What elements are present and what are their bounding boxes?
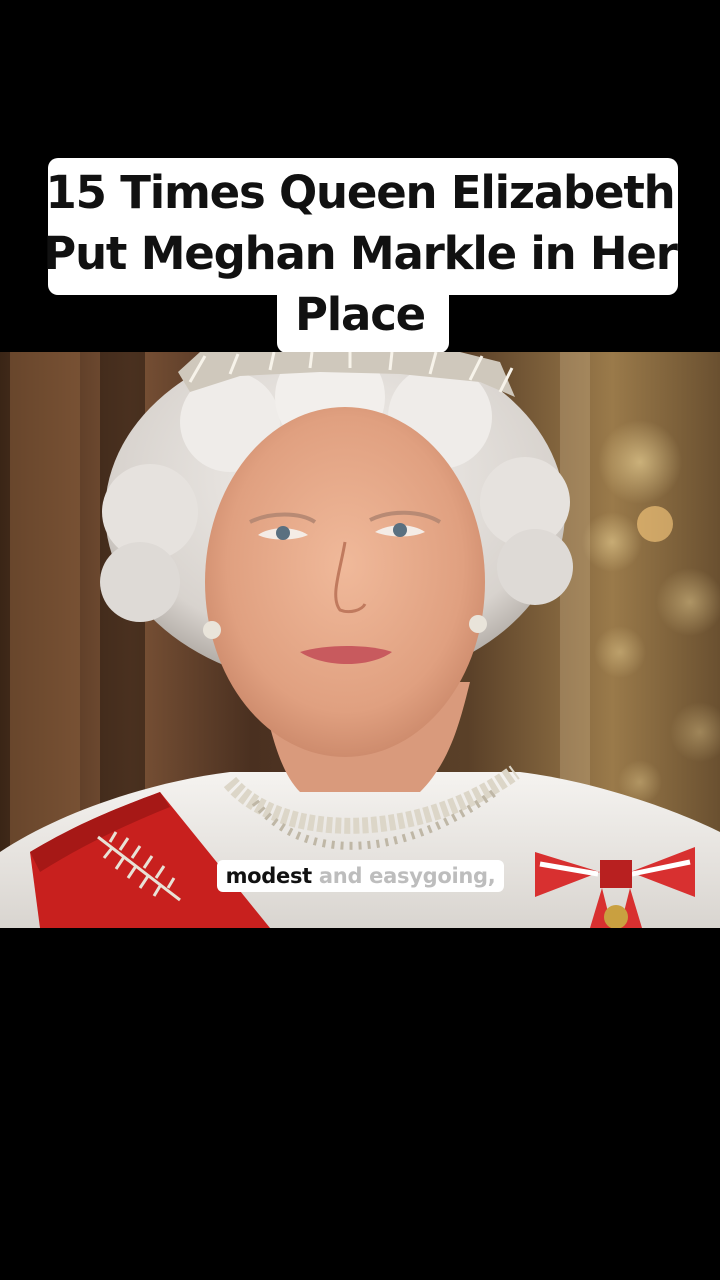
video-player-screen[interactable]: 15 Times Queen Elizabeth Put Meghan Mark… [0, 0, 720, 1280]
subtitle-upcoming-words: and easygoing, [311, 864, 496, 888]
subtitle-caption: modest and easygoing, [217, 860, 504, 892]
subtitle-active-word: modest [225, 864, 313, 888]
portrait-illustration [0, 352, 720, 928]
video-title: 15 Times Queen Elizabeth Put Meghan Mark… [43, 166, 678, 341]
video-frame[interactable] [0, 352, 720, 928]
